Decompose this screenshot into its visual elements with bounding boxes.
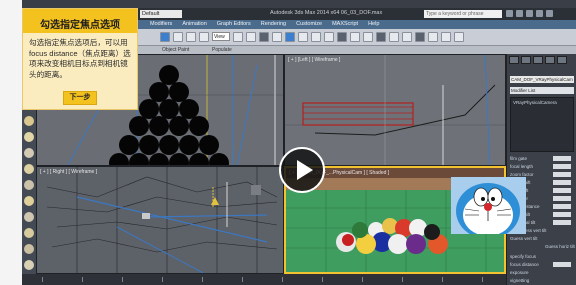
next-step-button[interactable]: 下一步 bbox=[63, 91, 97, 105]
param-f-number-spinner[interactable] bbox=[553, 196, 571, 201]
ribbon-object-paint[interactable]: Object Paint bbox=[162, 47, 189, 53]
param-guess-horiz-tilt[interactable]: Guess horiz tilt bbox=[545, 244, 575, 249]
vray-frame-buffer-icon[interactable] bbox=[454, 32, 464, 42]
param-vert-shift-spinner[interactable] bbox=[553, 188, 571, 193]
align-icon[interactable] bbox=[298, 32, 308, 42]
modifier-stack[interactable]: VRayPhysicalCamera bbox=[510, 97, 574, 152]
percent-snap-icon[interactable] bbox=[272, 32, 282, 42]
workspace-dropdown[interactable]: Default bbox=[140, 10, 182, 18]
geosphere-icon[interactable] bbox=[24, 212, 34, 222]
title-bar-icons bbox=[506, 10, 553, 17]
stack-item[interactable]: VRayPhysicalCamera bbox=[513, 100, 557, 105]
menu-modifiers[interactable]: Modifiers bbox=[150, 21, 172, 27]
plane-icon[interactable] bbox=[24, 196, 34, 206]
param-specify-focus[interactable]: specify focus bbox=[510, 254, 536, 259]
param-exposure[interactable]: exposure bbox=[510, 270, 529, 275]
tube-icon[interactable] bbox=[24, 148, 34, 158]
curve-editor-icon[interactable] bbox=[337, 32, 347, 42]
param-focus-distance-spinner[interactable] bbox=[553, 262, 571, 267]
app-title: Autodesk 3ds Max 2014 x64 06_03_DOF.max bbox=[270, 10, 383, 16]
command-panel: CAM_DOF_VRayPhysicalCam Modifier List VR… bbox=[506, 54, 576, 285]
pivot-icon[interactable] bbox=[233, 32, 243, 42]
param-film-gate: film gate bbox=[510, 156, 528, 161]
close-icon[interactable] bbox=[546, 10, 553, 17]
ribbon-populate[interactable]: Populate bbox=[212, 47, 232, 53]
menu-rendering[interactable]: Rendering bbox=[261, 21, 286, 27]
hierarchy-tab-icon[interactable] bbox=[533, 56, 543, 64]
param-focal-length: focal length bbox=[510, 164, 534, 169]
modify-tab-icon[interactable] bbox=[521, 56, 531, 64]
rendered-frame-icon[interactable] bbox=[389, 32, 399, 42]
motion-tab-icon[interactable] bbox=[545, 56, 555, 64]
tutorial-body: 勾选指定焦点选项后，可以用focus distance（焦点距离）选项来改变相机… bbox=[29, 38, 131, 79]
render-iterative-icon[interactable] bbox=[428, 32, 438, 42]
tutorial-title: 勾选指定焦点选项 bbox=[40, 20, 120, 31]
menu-help[interactable]: Help bbox=[368, 21, 379, 27]
cone-icon[interactable] bbox=[24, 116, 34, 126]
param-film-gate-spinner[interactable] bbox=[553, 156, 571, 161]
help-icon[interactable] bbox=[526, 10, 533, 17]
object-name-field[interactable]: CAM_DOF_VRayPhysicalCam bbox=[510, 76, 574, 83]
param-horiz-shift-spinner[interactable] bbox=[553, 180, 571, 185]
box-icon[interactable] bbox=[24, 132, 34, 142]
param-vertical-tilt-spinner[interactable] bbox=[553, 212, 571, 217]
minimize-icon[interactable] bbox=[536, 10, 543, 17]
teapot-icon[interactable] bbox=[415, 32, 425, 42]
viewport-left-scene bbox=[285, 55, 505, 165]
viewport-left[interactable]: [ + ] [Left ] [ Wireframe ] bbox=[284, 54, 506, 166]
text-shape-icon[interactable] bbox=[24, 228, 34, 238]
modifier-list-dropdown[interactable]: Modifier List bbox=[510, 87, 574, 94]
menu-maxscript[interactable]: MAXScript bbox=[332, 21, 358, 27]
player-left-gutter bbox=[0, 0, 22, 285]
snap-icon[interactable] bbox=[246, 32, 256, 42]
light-icon[interactable] bbox=[24, 244, 34, 254]
mirror-icon[interactable] bbox=[285, 32, 295, 42]
param-focal-length-spinner[interactable] bbox=[553, 164, 571, 169]
param-horizontal-tilt-spinner[interactable] bbox=[553, 220, 571, 225]
tutorial-header: 勾选指定焦点选项 bbox=[23, 9, 137, 33]
graphite-icon[interactable] bbox=[324, 32, 334, 42]
param-target-distance-spinner[interactable] bbox=[553, 204, 571, 209]
teapot-shape-icon[interactable] bbox=[24, 180, 34, 190]
move-tool-icon[interactable] bbox=[186, 32, 196, 42]
viewport-right-label[interactable]: [ + ] [ Right ] [ Wireframe ] bbox=[40, 169, 97, 175]
timeline-slider[interactable] bbox=[22, 274, 506, 285]
keyword-search-input[interactable]: Type a keyword or phrase bbox=[424, 10, 502, 18]
vray-icon[interactable] bbox=[441, 32, 451, 42]
pyramid-icon[interactable] bbox=[24, 164, 34, 174]
menu-customize[interactable]: Customize bbox=[296, 21, 322, 27]
select-tool-icon[interactable] bbox=[160, 32, 170, 42]
param-vignetting[interactable]: vignetting bbox=[510, 278, 529, 283]
viewport-left-label[interactable]: [ + ] [Left ] [ Wireframe ] bbox=[288, 57, 340, 63]
schematic-icon[interactable] bbox=[350, 32, 360, 42]
param-zoom-spinner[interactable] bbox=[553, 172, 571, 177]
star-icon[interactable] bbox=[516, 10, 523, 17]
viewport-right[interactable]: [ + ] [ Right ] [ Wireframe ] bbox=[36, 166, 284, 274]
search-icon[interactable] bbox=[506, 10, 513, 17]
camera-icon[interactable] bbox=[24, 260, 34, 270]
doraemon-face-icon bbox=[451, 177, 526, 234]
viewport-right-scene bbox=[46, 167, 278, 273]
menu-animation[interactable]: Animation bbox=[182, 21, 206, 27]
display-tab-icon[interactable] bbox=[557, 56, 567, 64]
menu-graph-editors[interactable]: Graph Editors bbox=[217, 21, 251, 27]
reference-coordinate-dropdown[interactable]: View bbox=[212, 32, 230, 41]
create-tab-icon[interactable] bbox=[509, 56, 519, 64]
doraemon-thumbnail bbox=[451, 177, 526, 234]
render-setup-icon[interactable] bbox=[376, 32, 386, 42]
angle-snap-icon[interactable] bbox=[259, 32, 269, 42]
render-icon[interactable] bbox=[402, 32, 412, 42]
rotate-tool-icon[interactable] bbox=[199, 32, 209, 42]
select-region-icon[interactable] bbox=[173, 32, 183, 42]
layer-icon[interactable] bbox=[311, 32, 321, 42]
play-icon[interactable] bbox=[279, 147, 325, 193]
material-editor-icon[interactable] bbox=[363, 32, 373, 42]
tutorial-popup: 勾选指定焦点选项 勾选指定焦点选项后，可以用focus distance（焦点距… bbox=[22, 8, 138, 110]
param-guess-vert-tilt[interactable]: Guess vert tilt bbox=[510, 236, 538, 241]
param-focus-distance: focus distance bbox=[510, 262, 539, 267]
